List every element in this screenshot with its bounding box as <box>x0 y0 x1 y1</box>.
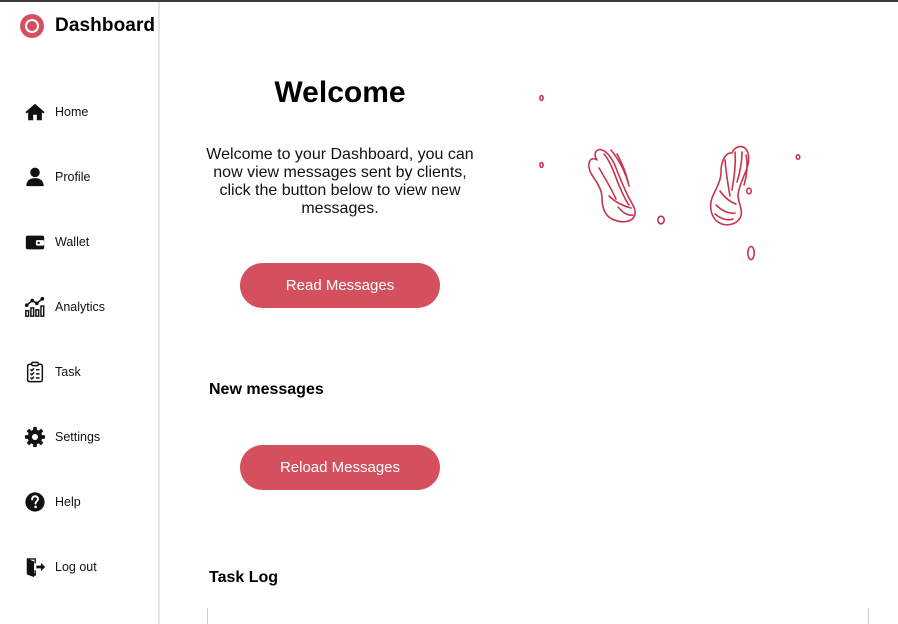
new-messages-heading: New messages <box>209 381 324 398</box>
sidebar-item-label: Log out <box>55 560 97 574</box>
sidebar-item-label: Help <box>55 495 81 509</box>
task-log-heading: Task Log <box>209 569 279 586</box>
help-icon <box>24 491 46 513</box>
wallet-icon <box>24 231 46 253</box>
reload-messages-button[interactable]: Reload Messages <box>240 445 440 490</box>
welcome-text: Welcome to your Dashboard, you can now v… <box>206 146 474 217</box>
analytics-icon <box>24 296 46 318</box>
hands-clapping-illustration <box>539 94 801 261</box>
brand[interactable]: Dashboard <box>20 14 155 38</box>
sidebar-item-profile[interactable]: Profile <box>24 165 90 189</box>
user-icon <box>24 166 46 188</box>
main-content: Welcome Welcome to your Dashboard, you c… <box>162 2 898 624</box>
sidebar-item-home[interactable]: Home <box>24 100 88 124</box>
logout-icon <box>24 556 46 578</box>
sidebar-item-analytics[interactable]: Analytics <box>24 295 105 319</box>
welcome-title: Welcome <box>274 76 406 109</box>
clipboard-icon <box>24 361 46 383</box>
sidebar-item-help[interactable]: Help <box>24 490 81 514</box>
sidebar-item-wallet[interactable]: Wallet <box>24 230 89 254</box>
sidebar: Dashboard Home Profile Wallet Analytics … <box>0 2 160 624</box>
sidebar-item-label: Task <box>55 365 81 379</box>
sidebar-item-task[interactable]: Task <box>24 360 81 384</box>
sidebar-item-label: Wallet <box>55 235 90 249</box>
gear-icon <box>24 426 46 448</box>
read-messages-button[interactable]: Read Messages <box>240 263 440 308</box>
sidebar-item-settings[interactable]: Settings <box>24 425 100 449</box>
home-icon <box>24 101 46 123</box>
task-log-panel <box>207 608 869 624</box>
sidebar-item-label: Settings <box>55 430 101 444</box>
logo-icon <box>20 14 44 38</box>
sidebar-item-logout[interactable]: Log out <box>24 555 97 579</box>
sidebar-item-label: Home <box>55 105 89 119</box>
brand-title: Dashboard <box>55 15 156 36</box>
sidebar-item-label: Profile <box>55 170 91 184</box>
sidebar-item-label: Analytics <box>55 300 106 314</box>
